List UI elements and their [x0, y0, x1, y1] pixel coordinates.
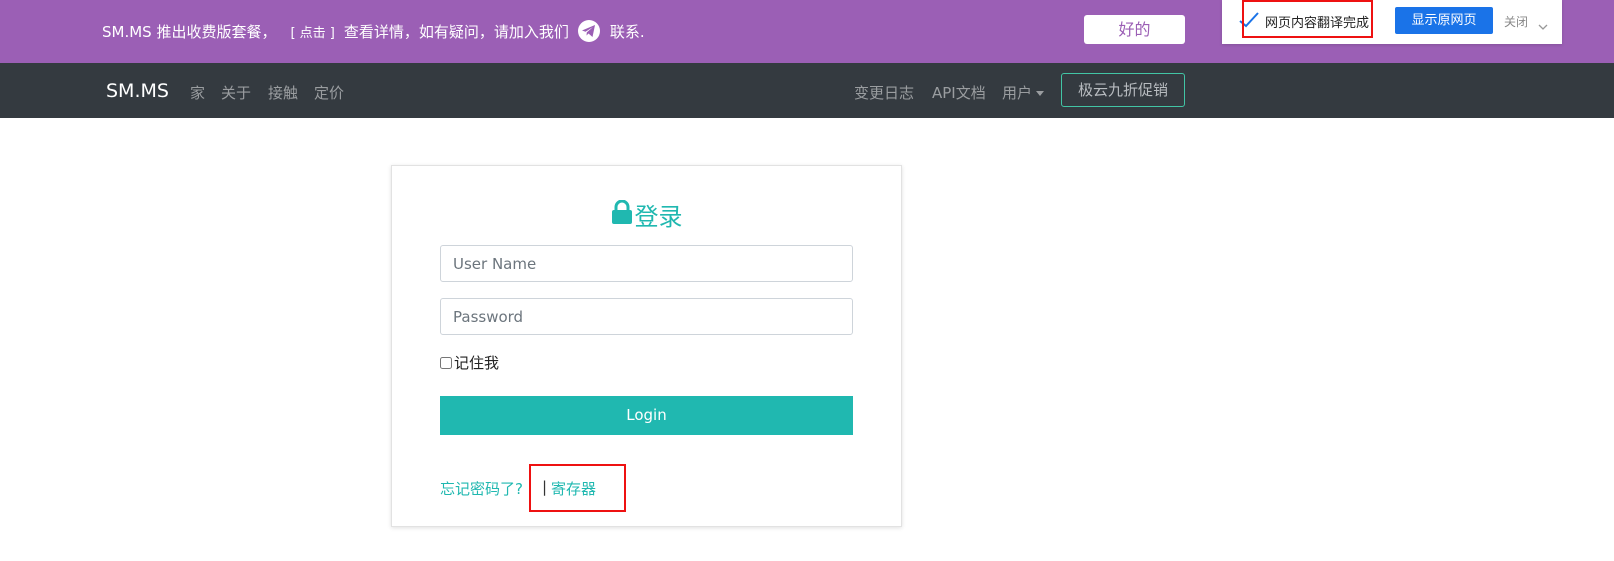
announcement-text-after: 查看详情，如有疑问，请加入我们: [343, 22, 569, 41]
login-title-text: 登录: [634, 203, 683, 231]
promo-button[interactable]: 极云九折促销: [1061, 73, 1185, 107]
brand-logo[interactable]: SM.MS: [106, 80, 169, 102]
highlight-box: [1242, 0, 1373, 38]
telegram-icon[interactable]: [577, 20, 600, 42]
remember-me-checkbox[interactable]: [440, 356, 452, 369]
announcement-details-link[interactable]: [ 点击 ]: [290, 22, 334, 41]
login-title: 登录: [392, 197, 901, 232]
navbar: SM.MS 家 关于 接触 定价 变更日志 API文档 用户 极云九折促销: [0, 63, 1614, 118]
caret-down-icon: [1036, 91, 1045, 96]
remember-me[interactable]: 记住我: [440, 352, 499, 373]
nav-about[interactable]: 关于: [221, 82, 251, 103]
nav-user-dropdown[interactable]: 用户: [1002, 82, 1045, 103]
nav-pricing[interactable]: 定价: [314, 82, 344, 103]
nav-changelog[interactable]: 变更日志: [854, 82, 914, 103]
username-input[interactable]: [440, 245, 853, 282]
show-original-button[interactable]: 显示原网页: [1395, 7, 1493, 34]
login-button[interactable]: Login: [440, 396, 853, 435]
announcement-text-end: 联系.: [609, 22, 645, 41]
lock-icon: [611, 199, 633, 230]
nav-contact[interactable]: 接触: [268, 82, 298, 103]
announcement-text-before: SM.MS 推出收费版套餐，: [102, 22, 277, 41]
nav-home[interactable]: 家: [190, 82, 205, 103]
remember-me-label: 记住我: [454, 354, 500, 372]
nav-api-docs[interactable]: API文档: [932, 82, 986, 103]
password-input[interactable]: [440, 298, 853, 335]
login-card: 登录 记住我 Login 忘记密码了? | 寄存器: [391, 165, 902, 527]
announcement-text: SM.MS 推出收费版套餐， [ 点击 ] 查看详情，如有疑问，请加入我们 联系…: [102, 20, 645, 42]
ok-button[interactable]: 好的: [1084, 15, 1185, 44]
highlight-box: [529, 464, 626, 512]
forgot-password-link[interactable]: 忘记密码了?: [440, 478, 523, 499]
translation-bar: 网页内容翻译完成 显示原网页 关闭: [1222, 0, 1562, 44]
user-menu-label: 用户: [1002, 84, 1033, 102]
chevron-down-icon[interactable]: [1538, 16, 1548, 35]
close-translation-button[interactable]: 关闭: [1504, 13, 1528, 30]
